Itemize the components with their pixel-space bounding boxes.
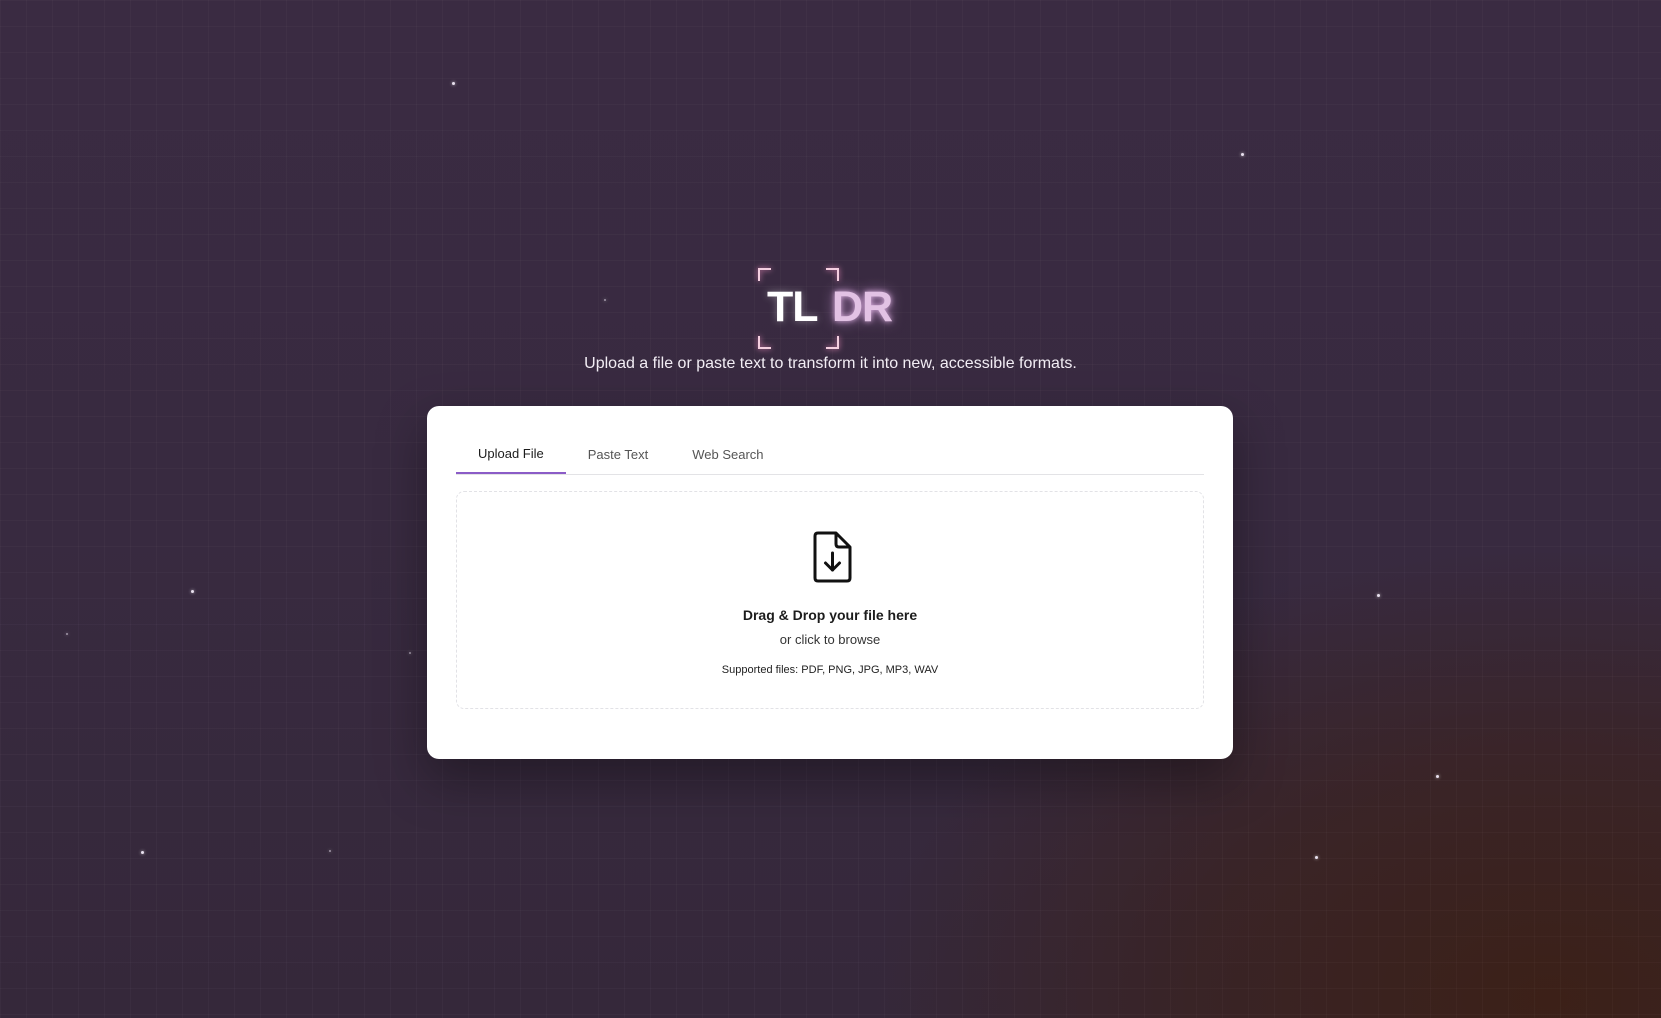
supported-files-note: Supported files: PDF, PNG, JPG, MP3, WAV xyxy=(721,664,939,676)
logo-corner-bracket xyxy=(758,268,771,281)
background-star xyxy=(1436,775,1439,778)
dropzone-title: Drag & Drop your file here xyxy=(742,607,918,623)
background-star xyxy=(409,652,411,654)
logo-text-dr: DR xyxy=(832,283,893,331)
background-star xyxy=(191,590,194,593)
background-star xyxy=(452,82,455,85)
logo-corner-bracket xyxy=(758,336,771,349)
input-card: Upload File Paste Text Web Search Drag &… xyxy=(427,406,1233,759)
background-star xyxy=(1377,594,1380,597)
page-tagline: Upload a file or paste text to transform… xyxy=(584,355,1077,372)
app-logo: TL DR xyxy=(758,268,908,350)
background-star xyxy=(604,299,606,301)
file-download-icon xyxy=(813,531,852,583)
logo-text-tl: TL xyxy=(767,283,819,331)
logo-corner-bracket xyxy=(826,268,839,281)
background-star xyxy=(66,633,68,635)
background-star xyxy=(1315,856,1318,859)
dropzone-browse-hint: or click to browse xyxy=(779,632,881,647)
background-star xyxy=(1241,153,1244,156)
tab-upload-file[interactable]: Upload File xyxy=(456,434,566,474)
input-mode-tabs: Upload File Paste Text Web Search xyxy=(456,434,1204,475)
background-star xyxy=(141,851,144,854)
logo-corner-bracket xyxy=(826,336,839,349)
file-dropzone[interactable]: Drag & Drop your file here or click to b… xyxy=(456,491,1204,709)
background-star xyxy=(329,850,331,852)
tab-paste-text[interactable]: Paste Text xyxy=(566,434,670,474)
tab-web-search[interactable]: Web Search xyxy=(670,434,785,474)
